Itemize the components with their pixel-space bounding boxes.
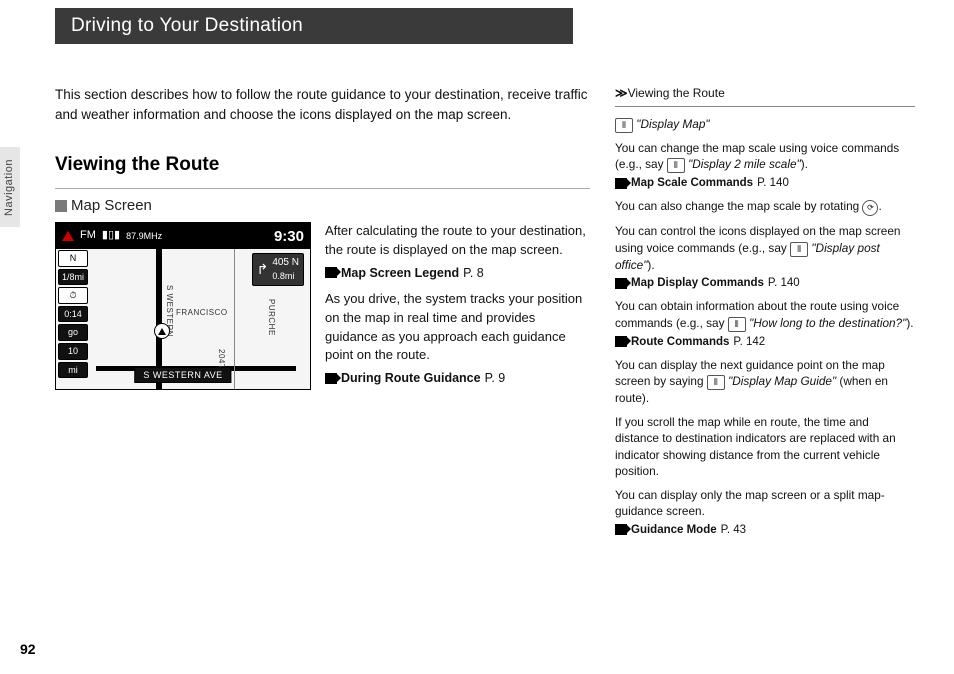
radio-signal: ▮▯▮ bbox=[102, 228, 120, 243]
map-left-panel: N 1/8mi ⏱ 0:14 go 10 mi bbox=[56, 249, 90, 389]
xref-icon bbox=[615, 278, 627, 289]
page-number: 92 bbox=[20, 640, 36, 660]
subsection-label: Map Screen bbox=[71, 195, 152, 216]
street-label-b: FRANCISCO bbox=[176, 307, 228, 318]
page-header: Driving to Your Destination bbox=[55, 8, 573, 44]
street-label-d: PURCHE bbox=[266, 299, 277, 336]
xref-label: During Route Guidance bbox=[341, 369, 481, 387]
road-thin bbox=[234, 249, 235, 389]
voice-icon: ⦀ bbox=[615, 118, 633, 133]
paragraph-2: As you drive, the system tracks your pos… bbox=[325, 290, 590, 365]
sidebar-p6: If you scroll the map while en route, th… bbox=[615, 414, 915, 480]
xref-icon bbox=[615, 524, 627, 535]
radio-band: FM bbox=[80, 228, 96, 243]
sidebar-title-row: ≫ Viewing the Route bbox=[615, 85, 915, 102]
sidebar-p5: You can display the next guidance point … bbox=[615, 357, 915, 407]
dist-unit-chip: mi bbox=[58, 362, 88, 379]
xref-icon bbox=[615, 336, 627, 347]
north-indicator: N bbox=[58, 250, 88, 267]
subsection-title: Map Screen bbox=[55, 195, 590, 216]
current-street: S WESTERN AVE bbox=[134, 367, 231, 384]
xref-icon bbox=[325, 267, 337, 278]
chapter-tab-label: Navigation bbox=[2, 159, 17, 216]
sidebar-p4: You can obtain information about the rou… bbox=[615, 298, 915, 350]
xref-page: P. 8 bbox=[463, 264, 484, 282]
xref-icon bbox=[615, 178, 627, 189]
sidebar-notes: ≫ Viewing the Route ⦀ "Display Map" You … bbox=[615, 85, 915, 545]
voice-icon: ⦀ bbox=[728, 317, 746, 332]
xref-label: Map Screen Legend bbox=[341, 264, 459, 282]
eta-chip: 0:14 bbox=[58, 306, 88, 323]
sidebar-p1: You can change the map scale using voice… bbox=[615, 140, 915, 192]
dist-chip: 10 bbox=[58, 343, 88, 360]
xref-icon bbox=[325, 373, 337, 384]
map-body: N 1/8mi ⏱ 0:14 go 10 mi ↱ 405 N 0.8mi bbox=[56, 249, 310, 389]
dial-icon: ⟳ bbox=[862, 200, 878, 216]
sidebar-title: Viewing the Route bbox=[628, 85, 725, 102]
voice-icon: ⦀ bbox=[790, 242, 808, 257]
double-chevron-icon: ≫ bbox=[615, 85, 624, 102]
clock: 9:30 bbox=[274, 226, 304, 247]
section-rule bbox=[55, 188, 590, 189]
turn-arrow-icon: ↱ bbox=[257, 262, 269, 276]
xref-page: P. 9 bbox=[485, 369, 506, 387]
main-content: This section describes how to follow the… bbox=[55, 85, 590, 395]
sidebar-p2: You can also change the map scale by rot… bbox=[615, 198, 915, 216]
exit-road: 405 N bbox=[272, 256, 299, 270]
map-status-bar: FM ▮▯▮ 87.9MHz 9:30 bbox=[56, 223, 310, 249]
next-turn-box: ↱ 405 N 0.8mi bbox=[252, 253, 304, 286]
square-bullet-icon bbox=[55, 200, 67, 212]
section-title: Viewing the Route bbox=[55, 152, 590, 179]
manual-page: { "header": { "title": "Driving to Your … bbox=[0, 0, 954, 674]
clock-chip: ⏱ bbox=[58, 287, 88, 304]
warning-triangle-icon bbox=[62, 231, 74, 241]
voice-icon: ⦀ bbox=[667, 158, 685, 173]
xref-route-commands: Route Commands P. 142 bbox=[615, 334, 915, 350]
go-chip: go bbox=[58, 324, 88, 341]
intro-text: This section describes how to follow the… bbox=[55, 85, 590, 126]
xref-map-scale: Map Scale Commands P. 140 bbox=[615, 175, 915, 191]
page-title: Driving to Your Destination bbox=[71, 13, 303, 40]
scale-chip: 1/8mi bbox=[58, 269, 88, 286]
xref-map-display: Map Display Commands P. 140 bbox=[615, 275, 915, 291]
paragraph-1: After calculating the route to your dest… bbox=[325, 222, 590, 260]
xref-map-screen-legend: Map Screen Legend P. 8 bbox=[325, 264, 590, 282]
xref-during-route: During Route Guidance P. 9 bbox=[325, 369, 590, 387]
radio-freq: 87.9MHz bbox=[126, 230, 162, 243]
map-screenshot: FM ▮▯▮ 87.9MHz 9:30 N 1/8mi ⏱ 0:14 go 10… bbox=[55, 222, 311, 390]
xref-guidance-mode: Guidance Mode P. 43 bbox=[615, 522, 915, 538]
voice-command-display-map: "Display Map" bbox=[636, 117, 709, 131]
body-text: After calculating the route to your dest… bbox=[325, 222, 590, 395]
exit-dist: 0.8mi bbox=[272, 270, 299, 283]
sidebar-p3: You can control the icons displayed on t… bbox=[615, 223, 915, 291]
voice-icon: ⦀ bbox=[707, 375, 725, 390]
chapter-tab: Navigation bbox=[0, 147, 20, 227]
sidebar-p7: You can display only the map screen or a… bbox=[615, 487, 915, 538]
sidebar-card: ⦀ "Display Map" You can change the map s… bbox=[615, 106, 915, 538]
vehicle-icon bbox=[154, 323, 170, 339]
sidebar-voice-row: ⦀ "Display Map" bbox=[615, 116, 915, 133]
